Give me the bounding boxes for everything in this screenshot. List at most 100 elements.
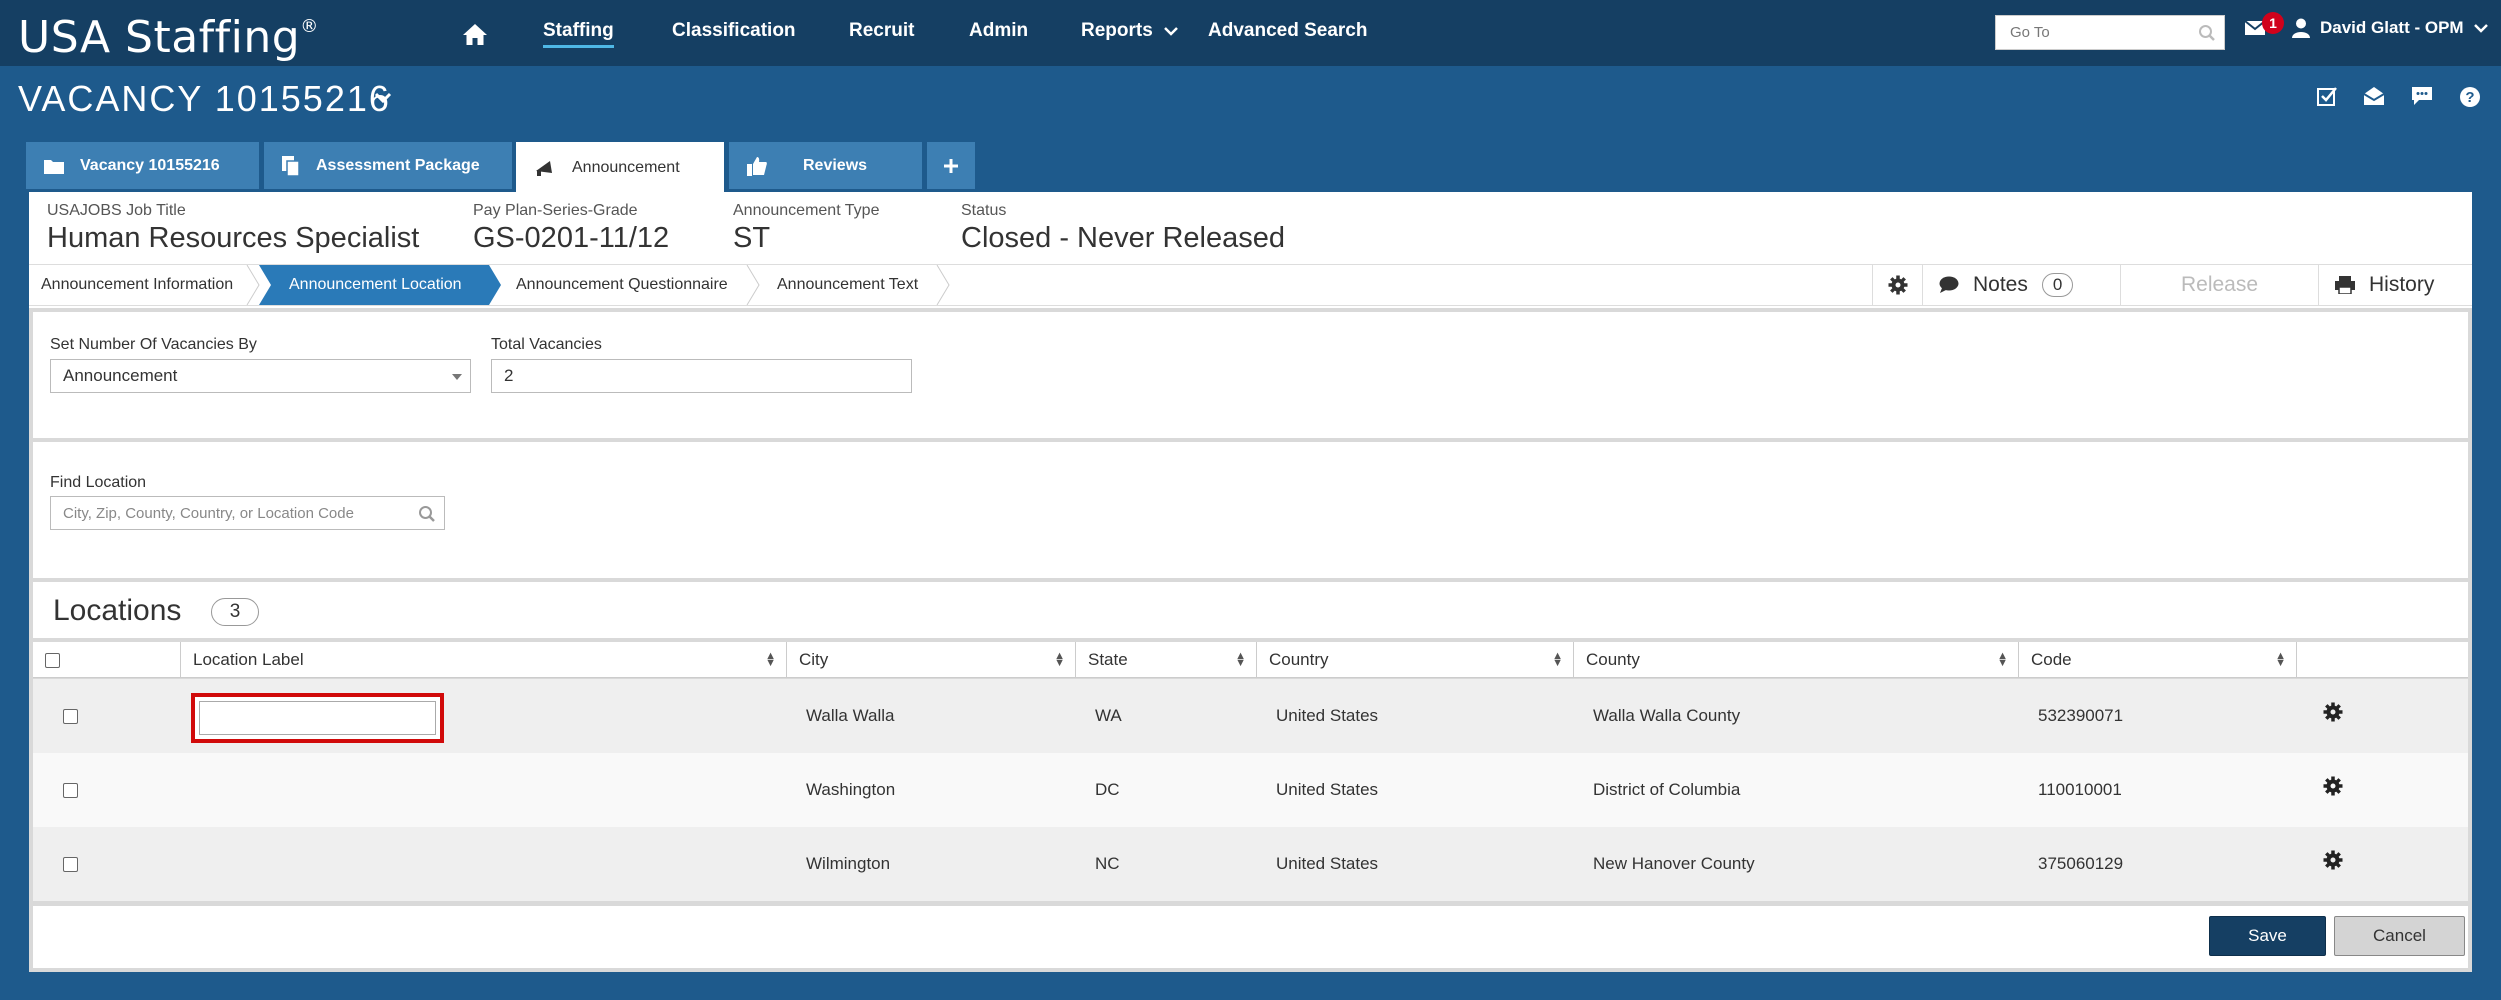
nav-classification[interactable]: Classification [672,20,796,42]
add-tab-button[interactable] [927,142,975,189]
announcement-type-value: ST [733,222,771,254]
nav-reports[interactable]: Reports [1081,20,1178,42]
notes-label: Notes [1973,273,2028,296]
announcement-type-block: Announcement Type ST [733,202,879,255]
city-cell: Wilmington [806,854,891,873]
vacancies-by-select[interactable]: Announcement [50,359,471,393]
search-icon[interactable] [2198,24,2216,42]
search-icon[interactable] [418,505,436,523]
step-announcement-information[interactable]: Announcement Information [41,265,233,305]
status-block: Status Closed - Never Released [961,202,1285,255]
row-checkbox-cell [63,679,78,753]
column-label: State [1088,650,1128,669]
brand-logo[interactable]: USA Staffing® [18,12,319,63]
state-cell: WA [1095,706,1122,725]
nav-advanced-search[interactable]: Advanced Search [1208,20,1367,42]
locations-header: Locations 3 [33,582,2468,638]
gear-icon [2323,850,2343,870]
chevron-down-icon[interactable] [374,92,392,104]
chevron-down-icon [1164,27,1178,36]
grade-value: GS-0201-11/12 [473,222,670,254]
locations-count: 3 [211,598,259,626]
column-code[interactable]: Code ▲ ▼ [2018,642,2296,678]
job-title-block: USAJOBS Job Title Human Resources Specia… [47,202,419,255]
tab-vacancy[interactable]: Vacancy 10155216 [26,142,259,189]
notes-button[interactable]: Notes 0 [1922,265,2120,305]
row-checkbox-cell [63,753,78,827]
total-vacancies-input[interactable]: 2 [491,359,912,393]
tab-announcement[interactable]: Announcement [516,142,724,194]
nav-reports-label: Reports [1081,20,1153,41]
header-tools: ? [2317,86,2481,108]
vacancies-section: Set Number Of Vacancies By Announcement … [33,312,2468,438]
settings-button[interactable] [1872,265,1922,305]
home-icon[interactable] [462,22,488,46]
history-button[interactable]: History [2318,265,2472,305]
save-button[interactable]: Save [2209,916,2326,956]
column-label: County [1586,650,1640,669]
history-label: History [2369,273,2435,296]
nav-admin[interactable]: Admin [969,20,1028,42]
job-title-label: USAJOBS Job Title [47,202,186,219]
status-value: Closed - Never Released [961,222,1285,254]
status-label: Status [961,202,1007,219]
row-settings-button[interactable] [2323,749,2343,823]
documents-icon [282,155,300,176]
job-title-value: Human Resources Specialist [47,222,420,254]
row-checkbox-cell [63,827,78,901]
column-label: Location Label [193,650,304,669]
state-cell: NC [1095,854,1120,873]
select-all-checkbox[interactable] [45,652,60,668]
vacancies-by-value: Announcement [63,366,178,385]
user-menu[interactable]: David Glatt - OPM [2292,18,2488,38]
total-vacancies-label: Total Vacancies [491,336,602,353]
tab-label: Vacancy 10155216 [80,156,220,174]
open-mail-icon[interactable] [2363,86,2385,106]
column-location-label[interactable]: Location Label ▲ ▼ [180,642,786,678]
county-cell: Walla Walla County [1593,706,1741,725]
megaphone-icon [536,161,552,176]
sort-icon: ▲ ▼ [765,650,776,669]
country-cell: United States [1276,706,1379,725]
tab-reviews[interactable]: Reviews [729,142,922,189]
row-settings-button[interactable] [2323,675,2343,749]
cancel-button[interactable]: Cancel [2334,916,2465,956]
goto-input[interactable]: Go To [1995,15,2225,50]
city-cell: Washington [806,780,896,799]
code-cell: 375060129 [2038,854,2124,873]
find-location-placeholder: City, Zip, County, Country, or Location … [63,504,354,522]
column-city[interactable]: City ▲ ▼ [786,642,1075,678]
help-icon[interactable]: ? [2459,86,2481,108]
chat-icon[interactable] [2411,86,2433,106]
printer-icon [2335,276,2355,294]
checklist-icon[interactable] [2317,86,2337,106]
nav-staffing[interactable]: Staffing [543,20,614,48]
row-settings-button[interactable] [2323,823,2343,897]
column-state[interactable]: State ▲ ▼ [1075,642,1256,678]
location-label-input[interactable] [191,693,444,743]
row-checkbox[interactable] [63,708,78,724]
find-location-input[interactable]: City, Zip, County, Country, or Location … [50,496,445,530]
city-cell: Walla Walla [806,706,895,725]
step-announcement-location[interactable]: Announcement Location [289,265,462,305]
row-checkbox[interactable] [63,782,78,798]
top-navigation: USA Staffing® Staffing Classification Re… [0,0,2501,66]
nav-recruit[interactable]: Recruit [849,20,914,42]
folder-icon [44,159,64,174]
step-announcement-text[interactable]: Announcement Text [777,265,918,305]
country-cell: United States [1276,854,1379,873]
column-county[interactable]: County ▲ ▼ [1573,642,2018,678]
step-actions: Notes 0 Release History [1872,265,2472,305]
vacancy-title: VACANCY 10155216 [18,78,391,119]
gear-icon [2323,702,2343,722]
step-announcement-questionnaire[interactable]: Announcement Questionnaire [516,265,728,305]
tab-assessment-package[interactable]: Assessment Package [264,142,512,189]
vacancies-by-label: Set Number Of Vacancies By [50,336,257,353]
row-checkbox[interactable] [63,856,78,872]
gear-icon [2323,776,2343,796]
column-country[interactable]: Country ▲ ▼ [1256,642,1573,678]
release-button[interactable]: Release [2120,265,2318,305]
content-frame: Set Number Of Vacancies By Announcement … [29,308,2472,972]
county-cell: New Hanover County [1593,854,1755,873]
footer-actions: Save Cancel [33,906,2468,968]
